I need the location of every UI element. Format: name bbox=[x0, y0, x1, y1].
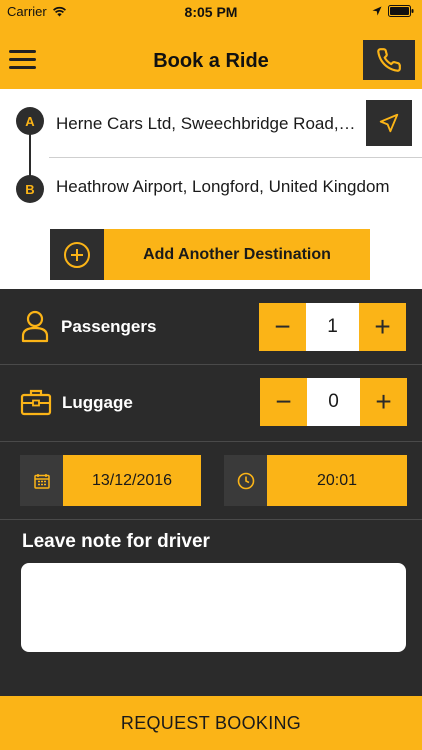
passengers-increment-button[interactable]: + bbox=[359, 303, 406, 351]
status-bar: Carrier 8:05 PM bbox=[0, 0, 422, 24]
pickup-address[interactable]: Herne Cars Ltd, Sweechbridge Road, Herne… bbox=[56, 114, 356, 134]
battery-icon bbox=[388, 5, 414, 17]
calendar-icon bbox=[33, 473, 50, 489]
time-picker[interactable]: 20:01 bbox=[224, 455, 407, 506]
time-icon-box bbox=[224, 455, 267, 506]
date-icon-box bbox=[20, 455, 63, 506]
luggage-label: Luggage bbox=[62, 393, 133, 412]
add-destination-icon-box bbox=[50, 229, 104, 280]
time-value: 20:01 bbox=[267, 455, 407, 506]
send-location-icon bbox=[379, 113, 399, 133]
passengers-value: 1 bbox=[306, 303, 359, 351]
passengers-row: Passengers − 1 + bbox=[0, 289, 422, 365]
plus-circle-icon bbox=[64, 241, 90, 268]
clock-icon bbox=[237, 472, 254, 489]
locate-button[interactable] bbox=[366, 100, 412, 146]
status-right bbox=[372, 5, 414, 17]
add-destination-label: Add Another Destination bbox=[104, 229, 370, 280]
date-value: 13/12/2016 bbox=[63, 455, 201, 506]
pickup-marker: A bbox=[16, 107, 44, 135]
address-divider bbox=[49, 157, 422, 158]
person-icon bbox=[21, 310, 49, 343]
luggage-stepper: − 0 + bbox=[260, 378, 407, 426]
briefcase-icon bbox=[20, 389, 52, 416]
status-time: 8:05 PM bbox=[184, 4, 238, 20]
luggage-value: 0 bbox=[307, 378, 360, 426]
dropoff-address[interactable]: Heathrow Airport, Longford, United Kingd… bbox=[56, 177, 401, 197]
luggage-decrement-button[interactable]: − bbox=[260, 378, 307, 426]
call-button[interactable] bbox=[363, 40, 415, 80]
passengers-decrement-button[interactable]: − bbox=[259, 303, 306, 351]
page-title: Book a Ride bbox=[153, 50, 269, 72]
header-bar: Carrier 8:05 PM Book a Ride bbox=[0, 0, 422, 89]
luggage-increment-button[interactable]: + bbox=[360, 378, 407, 426]
add-destination-button[interactable]: Add Another Destination bbox=[50, 229, 370, 280]
driver-note-input[interactable] bbox=[21, 563, 406, 652]
location-arrow-icon bbox=[372, 6, 382, 16]
request-booking-button[interactable]: REQUEST BOOKING bbox=[0, 696, 422, 750]
passengers-label: Passengers bbox=[61, 317, 157, 336]
luggage-row: Luggage − 0 + bbox=[0, 366, 422, 442]
phone-icon bbox=[377, 48, 401, 72]
passengers-stepper: − 1 + bbox=[259, 303, 406, 351]
dropoff-marker: B bbox=[16, 175, 44, 203]
date-picker[interactable]: 13/12/2016 bbox=[20, 455, 201, 506]
note-title: Leave note for driver bbox=[22, 531, 210, 552]
